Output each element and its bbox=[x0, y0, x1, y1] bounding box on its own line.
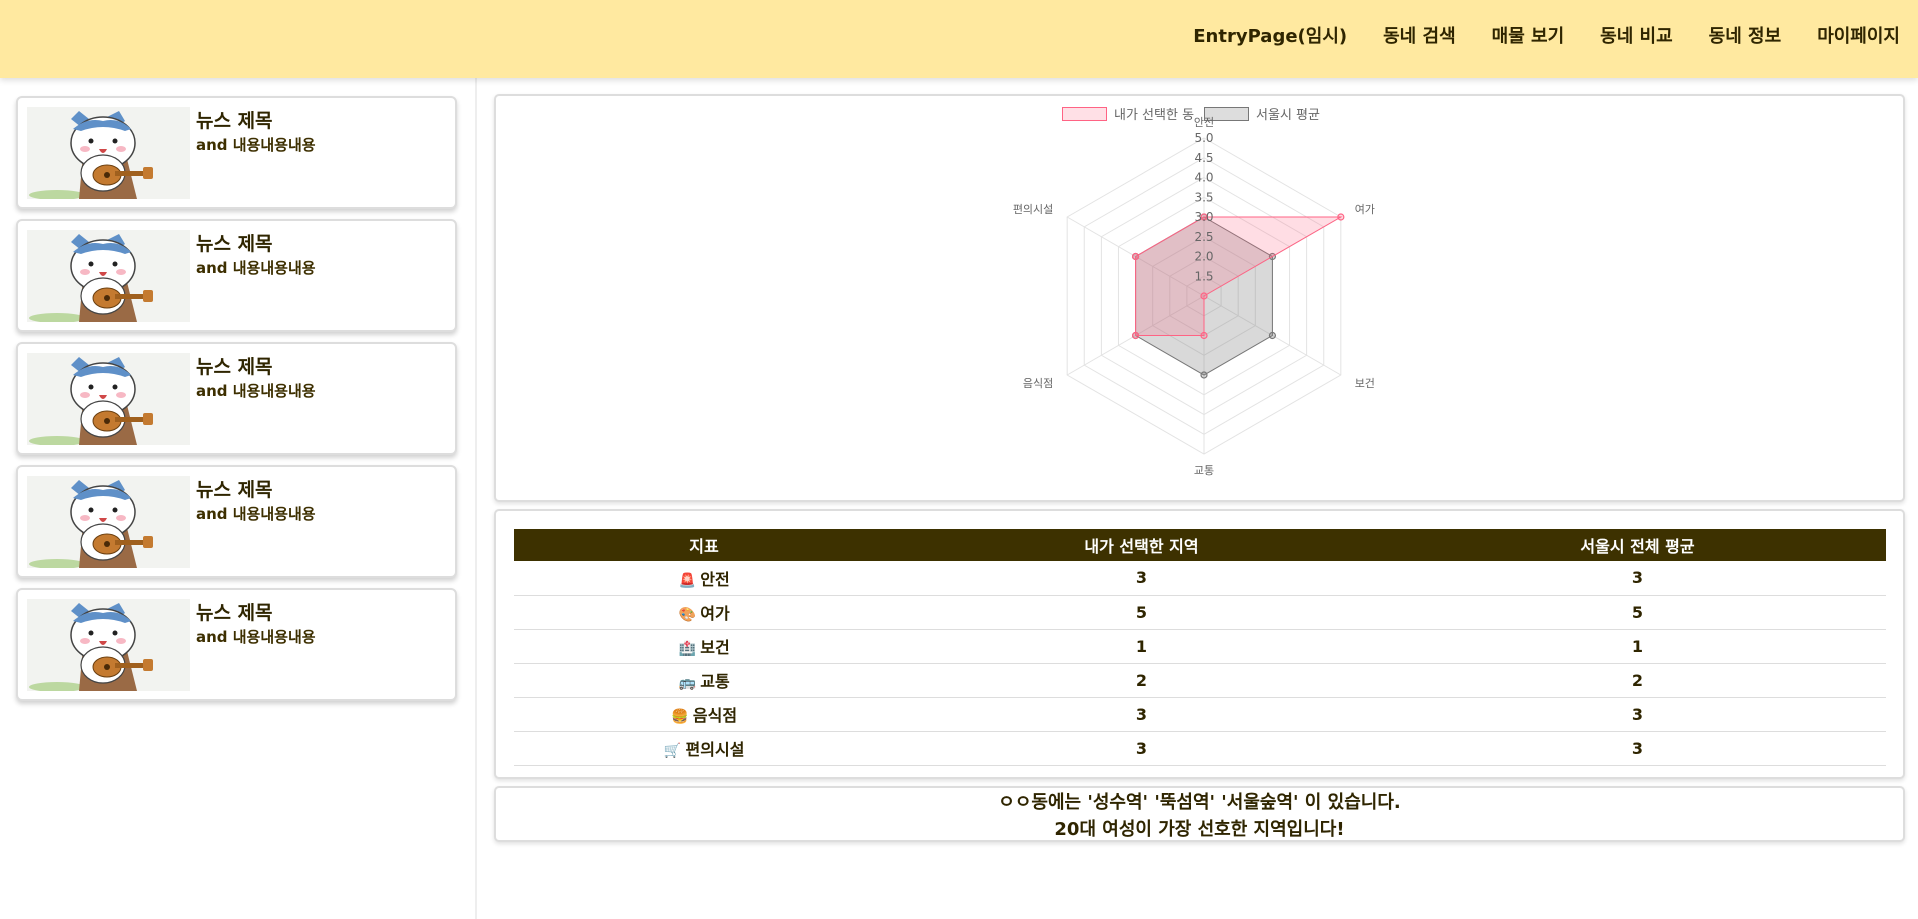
mine-value-cell: 3 bbox=[894, 731, 1389, 766]
radar-chart-panel: 내가 선택한 동 서울시 평균 1.5 2.0 2.5 3.0 3.5 4.0 4.5 5.0… bbox=[494, 94, 1905, 502]
header-indicator: 지표 bbox=[514, 529, 894, 561]
mine-value-cell: 3 bbox=[894, 697, 1389, 732]
main-nav: EntryPage(임시) 동네 검색 매물 보기 동네 비교 동네 정보 마이… bbox=[1193, 0, 1900, 70]
nav-my-page[interactable]: 마이페이지 bbox=[1817, 22, 1900, 48]
indicator-name: 여가 bbox=[700, 604, 730, 623]
news-thumbnail bbox=[27, 107, 190, 199]
indicator-name: 보건 bbox=[700, 638, 730, 657]
radar-tick-label: 5.0 bbox=[1194, 131, 1213, 145]
indicator-name: 음식점 bbox=[692, 706, 738, 725]
indicator-cell: 🍔 음식점 bbox=[514, 697, 894, 732]
news-title: 뉴스 제목 bbox=[196, 233, 273, 255]
news-title: 뉴스 제목 bbox=[196, 110, 273, 132]
data-point-0 bbox=[1337, 213, 1345, 221]
top-navigation-bar: EntryPage(임시) 동네 검색 매물 보기 동네 비교 동네 정보 마이… bbox=[0, 0, 1918, 78]
radar-axis-label: 안전 bbox=[1194, 116, 1214, 129]
indicator-icon: 🏥 bbox=[678, 641, 696, 657]
comparison-table: 지표 내가 선택한 지역 서울시 전체 평균 🚨 안전 3 3 🎨 여가 5 5 🏥 보건 1 1 🚌 교… bbox=[514, 529, 1886, 766]
indicator-name: 편의시설 bbox=[685, 740, 745, 759]
comparison-table-panel: 지표 내가 선택한 지역 서울시 전체 평균 🚨 안전 3 3 🎨 여가 5 5 🏥 보건 1 1 🚌 교… bbox=[494, 509, 1905, 779]
average-value-cell: 3 bbox=[1389, 697, 1886, 732]
indicator-cell: 🏥 보건 bbox=[514, 629, 894, 664]
table-row: 🚌 교통 2 2 bbox=[514, 663, 1886, 698]
mine-value-cell: 2 bbox=[894, 663, 1389, 698]
radar-axis-label: 편의시설 bbox=[1013, 203, 1053, 216]
radar-axis-label: 보건 bbox=[1355, 377, 1375, 390]
average-value-cell: 1 bbox=[1389, 629, 1886, 664]
indicator-icon: 🎨 bbox=[678, 607, 696, 623]
indicator-icon: 🚨 bbox=[678, 572, 696, 589]
summary-stations: ㅇㅇ동에는 '성수역' '뚝섬역' '서울숲역' 이 있습니다. bbox=[998, 792, 1401, 813]
radar-tick-label: 4.0 bbox=[1194, 171, 1213, 185]
neighborhood-summary-panel: ㅇㅇ동에는 '성수역' '뚝섬역' '서울숲역' 이 있습니다. 20대 여성이… bbox=[494, 786, 1905, 842]
indicator-cell: 🚨 안전 bbox=[514, 561, 894, 596]
news-card[interactable]: 뉴스 제목 and 내용내용내용 bbox=[16, 588, 457, 701]
news-body: and 내용내용내용 bbox=[196, 136, 316, 154]
indicator-cell: 🎨 여가 bbox=[514, 595, 894, 630]
header-average: 서울시 전체 평균 bbox=[1389, 529, 1886, 561]
table-header-row: 지표 내가 선택한 지역 서울시 전체 평균 bbox=[514, 529, 1886, 561]
news-thumbnail bbox=[27, 353, 190, 445]
news-card[interactable]: 뉴스 제목 and 내용내용내용 bbox=[16, 96, 457, 209]
news-title: 뉴스 제목 bbox=[196, 602, 273, 624]
table-row: 🏥 보건 1 1 bbox=[514, 629, 1886, 664]
header-mine: 내가 선택한 지역 bbox=[894, 529, 1389, 561]
indicator-name: 안전 bbox=[700, 569, 730, 589]
news-title: 뉴스 제목 bbox=[196, 356, 273, 378]
radar-chart: 1.5 2.0 2.5 3.0 3.5 4.0 4.5 5.0 안전여가보건교통 음식점 편의시설 bbox=[1013, 116, 1375, 477]
data-point-1 bbox=[1268, 331, 1277, 340]
news-title: 뉴스 제목 bbox=[196, 479, 273, 501]
average-value-cell: 2 bbox=[1389, 663, 1886, 698]
table-row: 🛒 편의시설 3 3 bbox=[514, 731, 1886, 766]
news-thumbnail bbox=[27, 599, 190, 691]
indicator-name: 교통 bbox=[700, 672, 730, 691]
radar-tick-label: 3.0 bbox=[1194, 210, 1213, 224]
average-value-cell: 3 bbox=[1389, 731, 1886, 766]
news-body: and 내용내용내용 bbox=[196, 259, 316, 277]
radar-tick-label: 2.0 bbox=[1194, 250, 1213, 264]
data-point-1 bbox=[1200, 371, 1208, 379]
news-sidebar: 뉴스 제목 and 내용내용내용 뉴스 제목 and 내용내용내용 뉴스 제목 and… bbox=[0, 78, 477, 919]
news-thumbnail bbox=[27, 476, 190, 568]
news-card[interactable]: 뉴스 제목 and 내용내용내용 bbox=[16, 342, 457, 455]
indicator-cell: 🛒 편의시설 bbox=[514, 731, 894, 766]
radar-axis-label: 여가 bbox=[1355, 203, 1375, 216]
data-point-0 bbox=[1131, 252, 1140, 261]
mine-value-cell: 3 bbox=[894, 561, 1389, 596]
radar-tick-label: 1.5 bbox=[1194, 269, 1213, 283]
nav-neighborhood-info[interactable]: 동네 정보 bbox=[1709, 22, 1782, 48]
news-body: and 내용내용내용 bbox=[196, 628, 316, 646]
nav-entry-page[interactable]: EntryPage(임시) bbox=[1193, 22, 1347, 48]
table-row: 🍔 음식점 3 3 bbox=[514, 697, 1886, 732]
radar-tick-label: 2.5 bbox=[1194, 230, 1213, 244]
data-point-0 bbox=[1131, 331, 1140, 340]
indicator-icon: 🚌 bbox=[678, 675, 696, 691]
mine-value-cell: 1 bbox=[894, 629, 1389, 664]
nav-neighborhood-search[interactable]: 동네 검색 bbox=[1383, 22, 1456, 48]
indicator-icon: 🛒 bbox=[663, 743, 682, 759]
radar-axis-label: 교통 bbox=[1194, 464, 1214, 477]
nav-neighborhood-compare[interactable]: 동네 비교 bbox=[1600, 22, 1673, 48]
data-point-0 bbox=[1200, 331, 1208, 340]
radar-tick-label: 3.5 bbox=[1194, 190, 1213, 204]
mine-value-cell: 5 bbox=[894, 595, 1389, 630]
summary-preference: 20대 여성이 가장 선호한 지역입니다! bbox=[1054, 819, 1345, 840]
news-card[interactable]: 뉴스 제목 and 내용내용내용 bbox=[16, 219, 457, 332]
table-row: 🎨 여가 5 5 bbox=[514, 595, 1886, 630]
news-body: and 내용내용내용 bbox=[196, 382, 316, 400]
news-card[interactable]: 뉴스 제목 and 내용내용내용 bbox=[16, 465, 457, 578]
radar-axis-label: 음식점 bbox=[1023, 377, 1053, 390]
table-row: 🚨 안전 3 3 bbox=[514, 561, 1886, 596]
news-body: and 내용내용내용 bbox=[196, 505, 316, 523]
data-point-0 bbox=[1200, 292, 1208, 300]
average-value-cell: 3 bbox=[1389, 561, 1886, 596]
average-value-cell: 5 bbox=[1389, 595, 1886, 630]
indicator-cell: 🚌 교통 bbox=[514, 663, 894, 698]
indicator-icon: 🍔 bbox=[671, 709, 689, 725]
nav-listings[interactable]: 매물 보기 bbox=[1492, 22, 1565, 48]
news-thumbnail bbox=[27, 230, 190, 322]
radar-tick-label: 4.5 bbox=[1194, 151, 1213, 165]
